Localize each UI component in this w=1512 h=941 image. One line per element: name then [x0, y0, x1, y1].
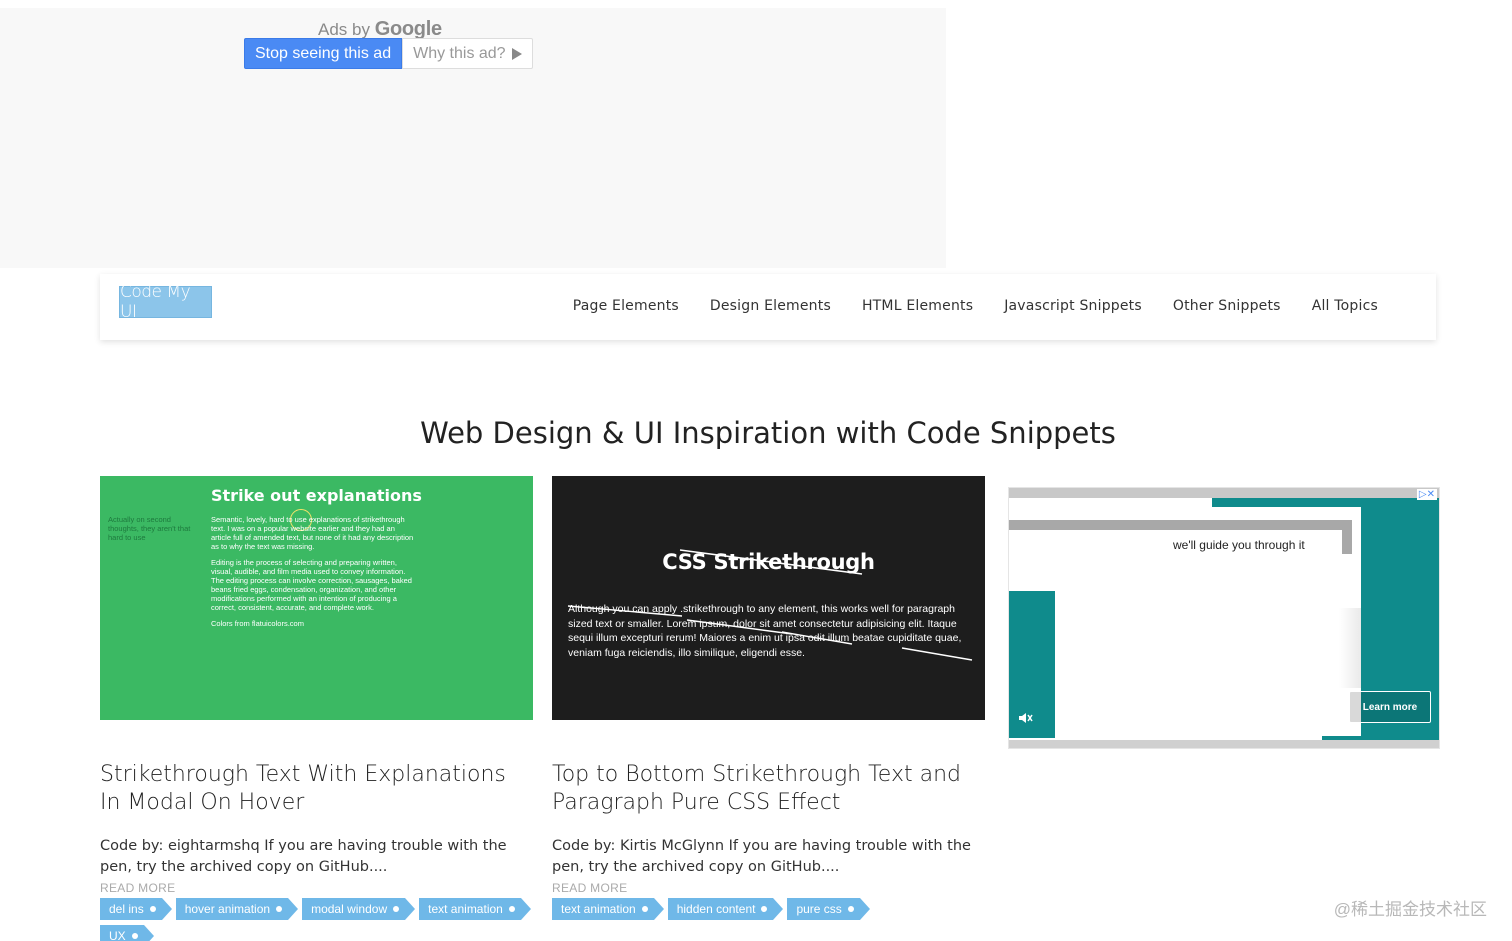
page-title: Web Design & UI Inspiration with Code Sn…	[420, 416, 1116, 450]
nav-other-snippets[interactable]: Other Snippets	[1173, 298, 1281, 314]
tag[interactable]: modal window	[302, 898, 416, 920]
play-icon	[511, 47, 522, 60]
post-thumbnail[interactable]: CSS Strikethrough Although you can apply…	[552, 476, 985, 720]
tag-list: text animation hidden content pure css	[552, 898, 982, 920]
ad-decor	[1339, 608, 1361, 688]
ads-by-text: Ads by	[318, 20, 370, 39]
tag[interactable]: hover animation	[175, 898, 299, 920]
mute-icon[interactable]	[1017, 710, 1035, 728]
why-this-ad-label: Why this ad?	[413, 44, 506, 62]
tag[interactable]: hidden content	[667, 898, 784, 920]
top-ad-area: Ads by Google Stop seeing this ad Why th…	[0, 8, 946, 268]
read-more-link[interactable]: READ MORE	[100, 881, 533, 895]
nav-javascript-snippets[interactable]: Javascript Snippets	[1004, 298, 1142, 314]
strike-line	[679, 549, 863, 575]
stop-seeing-ad-button[interactable]: Stop seeing this ad	[244, 38, 403, 69]
strike-line	[781, 631, 853, 645]
tag-dot-icon	[393, 906, 400, 912]
ad-decor	[1212, 498, 1439, 507]
tag-dot-icon	[641, 906, 648, 912]
thumb-side-note: Actually on second thoughts, they aren't…	[108, 515, 191, 542]
google-logo-text: Google	[374, 18, 442, 40]
sidebar-ad[interactable]: we'll guide you through it Learn more ▷✕	[1008, 487, 1440, 749]
tag-label: del ins	[109, 902, 144, 916]
post-title[interactable]: Strikethrough Text With Explanations In …	[100, 761, 533, 817]
mute-icon-svg	[1019, 713, 1033, 723]
tag-label: text animation	[428, 902, 503, 916]
tag[interactable]: pure css	[787, 898, 871, 920]
tag-dot-icon	[149, 906, 156, 912]
post-title[interactable]: Top to Bottom Strikethrough Text and Par…	[552, 761, 985, 817]
tag[interactable]: text animation	[552, 898, 664, 920]
site-header: Code My UI Page Elements Design Elements…	[100, 274, 1436, 340]
tag[interactable]: text animation	[419, 898, 531, 920]
post-card: Strike out explanations Actually on seco…	[100, 476, 533, 941]
tag-label: modal window	[311, 902, 388, 916]
post-excerpt: Code by: eightarmshq If you are having t…	[100, 838, 507, 875]
ad-decor	[1342, 520, 1352, 554]
post-excerpt: Code by: Kirtis McGlynn If you are havin…	[552, 838, 971, 875]
nav-design-elements[interactable]: Design Elements	[710, 298, 831, 314]
strike-line	[567, 605, 683, 617]
tag-label: UX	[109, 929, 126, 941]
tag-list: del ins hover animation modal window tex…	[100, 898, 531, 941]
strike-line	[686, 619, 793, 635]
ad-decor	[1009, 520, 1351, 530]
strike-line	[901, 647, 973, 661]
ad-buttons: Stop seeing this ad Why this ad?	[244, 38, 533, 69]
watermark: @稀土掘金技术社区	[1333, 900, 1487, 919]
site-logo[interactable]: Code My UI	[119, 282, 212, 322]
ad-progress-track	[1009, 740, 1439, 748]
main-nav: Page Elements Design Elements HTML Eleme…	[573, 298, 1378, 314]
thumb-paragraph: Colors from flatuicolors.com	[211, 619, 304, 628]
tag-label: pure css	[796, 902, 842, 916]
tag-dot-icon	[847, 906, 854, 912]
tag-dot-icon	[276, 906, 283, 912]
tag-label: hover animation	[184, 902, 271, 916]
tag[interactable]: del ins	[100, 898, 172, 920]
tag-label: text animation	[561, 902, 636, 916]
thumb-body: Semantic, lovely, hard to use explanatio…	[211, 515, 416, 635]
learn-more-button[interactable]: Learn more	[1349, 691, 1431, 723]
read-more-link[interactable]: READ MORE	[552, 881, 985, 895]
ad-decor	[1009, 488, 1439, 498]
nav-all-topics[interactable]: All Topics	[1312, 298, 1378, 314]
nav-page-elements[interactable]: Page Elements	[573, 298, 679, 314]
thumb-title: Strike out explanations	[211, 486, 422, 505]
tag-dot-icon	[131, 933, 138, 939]
ad-text: we'll guide you through it	[1173, 538, 1305, 552]
tag[interactable]: UX	[100, 925, 154, 941]
adchoices-close-icon[interactable]: ▷✕	[1416, 489, 1437, 500]
tag-dot-icon	[508, 906, 515, 912]
tag-label: hidden content	[676, 902, 756, 916]
post-card: CSS Strikethrough Although you can apply…	[552, 476, 985, 920]
nav-html-elements[interactable]: HTML Elements	[862, 298, 973, 314]
thumb-paragraph: Editing is the process of selecting and …	[211, 558, 412, 612]
post-thumbnail[interactable]: Strike out explanations Actually on seco…	[100, 476, 533, 720]
tag-dot-icon	[761, 906, 768, 912]
ad-progress-fill	[1322, 736, 1439, 740]
strikethrough-lines	[567, 549, 973, 661]
thumb-paragraph: Semantic, lovely, hard to use explanatio…	[211, 515, 414, 551]
why-this-ad-button[interactable]: Why this ad?	[402, 38, 533, 69]
